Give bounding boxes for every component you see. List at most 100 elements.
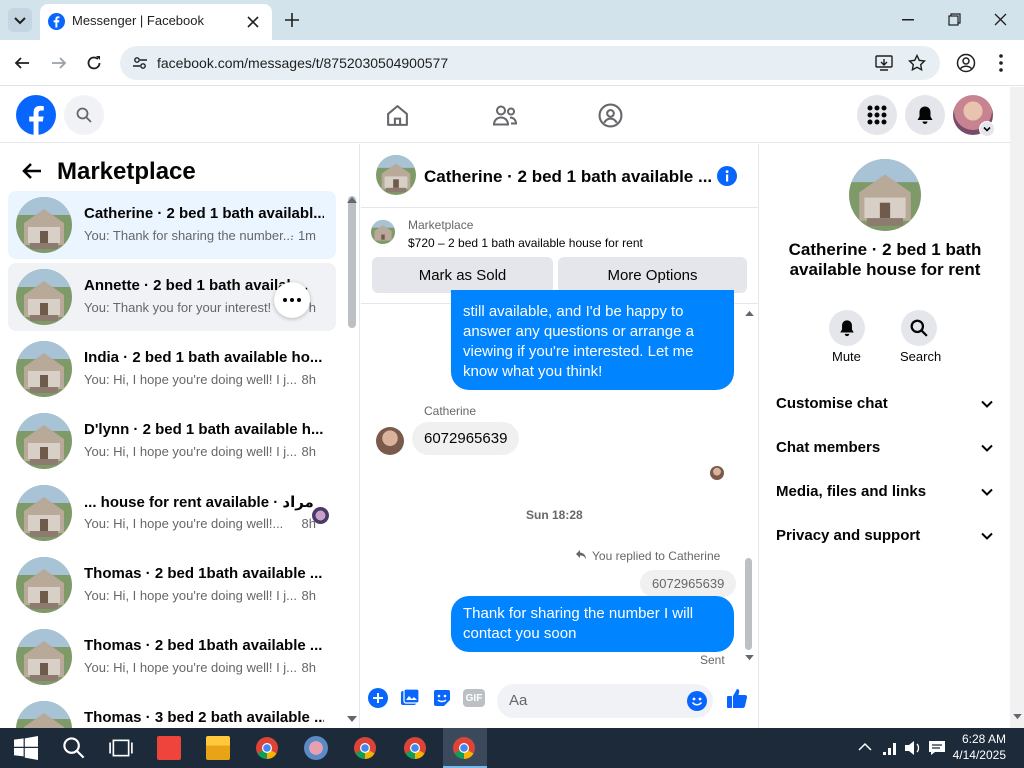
conversation-list-scrollbar[interactable] [348, 196, 356, 328]
browser-tab[interactable]: Messenger | Facebook [40, 4, 272, 40]
sender-avatar[interactable] [376, 427, 404, 455]
file-explorer-icon[interactable] [206, 736, 230, 760]
conversation-preview: You: Hi, I hope you're doing well! I j..… [84, 588, 298, 603]
conversation-item[interactable]: Catherine · 2 bed 1 bath availabl... You:… [8, 191, 336, 259]
conversation-preview: You: Hi, I hope you're doing well!... [84, 516, 284, 531]
sent-message-bubble[interactable]: Thank for sharing the number I will cont… [451, 596, 734, 652]
conversation-avatar [16, 413, 72, 469]
forward-arrow-icon[interactable] [51, 55, 67, 71]
volume-icon[interactable] [904, 740, 922, 756]
reload-icon[interactable] [86, 55, 102, 71]
chat-avatar[interactable] [376, 155, 416, 195]
conversation-item[interactable]: ... house for rent available · مراد You: … [8, 479, 336, 547]
conversation-more-button[interactable] [274, 282, 310, 318]
close-window-icon[interactable] [994, 13, 1007, 26]
scroll-up-arrow-icon[interactable] [745, 310, 754, 316]
chat-scrollbar-thumb[interactable] [745, 558, 752, 650]
sent-message-bubble[interactable]: still available, and I'd be happy to ans… [451, 290, 734, 390]
sticker-icon[interactable] [432, 688, 452, 708]
conversation-name: Thomas · 3 bed 2 bath available ... [84, 709, 324, 726]
conversation-avatar [16, 269, 72, 325]
section-label: Media, files and links [776, 483, 927, 500]
conversation-item[interactable]: Thomas · 2 bed 1bath available ... You: H… [8, 623, 336, 691]
new-tab-icon[interactable] [284, 12, 300, 28]
fb-search-button[interactable] [64, 95, 104, 135]
chrome-profile-icon[interactable] [452, 736, 476, 760]
thumbs-up-icon[interactable] [726, 687, 748, 709]
profile-photo[interactable] [849, 159, 921, 231]
scroll-down-arrow-icon[interactable] [1013, 714, 1022, 720]
network-icon[interactable] [882, 740, 898, 756]
notification-center-icon[interactable] [928, 740, 946, 756]
chevron-down-icon [981, 532, 993, 540]
back-arrow-icon[interactable] [22, 162, 42, 180]
mark-as-sold-button[interactable]: Mark as Sold [372, 257, 553, 293]
profile-icon[interactable] [956, 53, 976, 73]
media-files-links-section[interactable]: Media, files and links [776, 470, 998, 514]
chrome-profile-icon[interactable] [403, 736, 427, 760]
photo-icon[interactable] [400, 688, 420, 708]
browser-menu-icon[interactable] [999, 54, 1003, 72]
chat-title[interactable]: Catherine · 2 bed 1 bath available ... [424, 167, 712, 187]
snipping-tool-icon[interactable] [304, 736, 328, 760]
install-app-icon[interactable] [875, 54, 893, 72]
account-chevron[interactable] [979, 121, 995, 137]
listing-title[interactable]: $720 – 2 bed 1 bath available house for … [408, 236, 643, 250]
notifications-button[interactable] [905, 95, 945, 135]
search-in-chat-button[interactable] [901, 310, 937, 346]
received-message-bubble[interactable]: 6072965639 [412, 422, 520, 455]
house-photo-icon [16, 197, 72, 253]
conversation-item[interactable]: India · 2 bed 1 bath available ho... You:… [8, 335, 336, 403]
task-view-icon[interactable] [109, 736, 133, 760]
listing-thumbnail[interactable] [371, 220, 395, 244]
scroll-down-arrow-icon[interactable] [347, 716, 357, 723]
chat-members-section[interactable]: Chat members [776, 426, 998, 470]
emoji-icon[interactable] [687, 691, 707, 711]
site-settings-icon[interactable] [132, 55, 148, 71]
browser-tab-bar: Messenger | Facebook [0, 0, 1024, 40]
scroll-down-arrow-icon[interactable] [745, 655, 754, 661]
anydesk-app-icon[interactable] [157, 736, 181, 760]
chevron-up-icon[interactable] [858, 742, 872, 752]
more-options-button[interactable]: More Options [558, 257, 747, 293]
system-clock[interactable]: 6:28 AM 4/14/2025 [953, 731, 1006, 763]
tab-search-button[interactable] [8, 8, 32, 32]
facebook-top-nav [0, 87, 1010, 143]
groups-icon[interactable] [598, 103, 623, 128]
customise-chat-section[interactable]: Customise chat [776, 382, 998, 426]
info-icon[interactable] [717, 166, 737, 186]
privacy-support-section[interactable]: Privacy and support [776, 514, 998, 558]
chrome-profile-icon[interactable] [353, 736, 377, 760]
bookmark-star-icon[interactable] [908, 54, 926, 72]
close-tab-icon[interactable] [246, 15, 260, 29]
conversation-item[interactable]: Thomas · 2 bed 1bath available ... You: H… [8, 551, 336, 619]
facebook-logo-icon[interactable] [16, 95, 56, 135]
page-scrollbar[interactable] [1010, 87, 1024, 728]
chevron-down-icon [981, 444, 993, 452]
conversation-avatar [16, 485, 72, 541]
home-icon[interactable] [385, 103, 410, 128]
search-icon[interactable] [62, 736, 86, 760]
quoted-message[interactable]: 6072965639 [640, 570, 737, 597]
windows-start-icon[interactable] [14, 736, 38, 760]
gif-icon[interactable]: GIF [463, 689, 485, 707]
minimize-icon[interactable] [902, 19, 914, 21]
conversation-item[interactable]: Thomas · 3 bed 2 bath available ... [8, 695, 336, 728]
mute-button[interactable] [829, 310, 865, 346]
scroll-up-arrow-icon[interactable] [347, 196, 357, 203]
chrome-icon[interactable] [255, 736, 279, 760]
conversation-item[interactable]: D'lynn · 2 bed 1 bath available h... You:… [8, 407, 336, 475]
conversation-name: ... house for rent available · مراد [84, 494, 314, 511]
tab-title: Messenger | Facebook [72, 13, 204, 28]
friends-icon[interactable] [492, 103, 518, 128]
plus-circle-icon[interactable] [368, 688, 388, 708]
message-input[interactable]: Aa [497, 684, 713, 718]
back-arrow-icon[interactable] [14, 55, 30, 71]
menu-button[interactable] [857, 95, 897, 135]
replied-to-label: You replied to Catherine [592, 549, 721, 563]
house-photo-icon [16, 269, 72, 325]
house-photo-icon [16, 557, 72, 613]
url-omnibox[interactable]: facebook.com/messages/t/8752030504900577 [120, 46, 940, 80]
restore-icon[interactable] [948, 13, 961, 26]
message-status: Sent [700, 653, 725, 667]
